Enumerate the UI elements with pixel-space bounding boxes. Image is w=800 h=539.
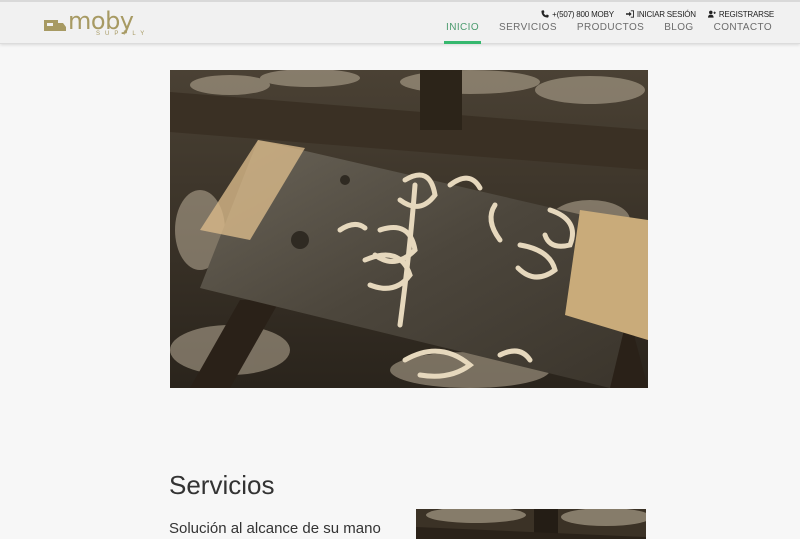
services-subtitle: Solución al alcance de su mano — [169, 520, 381, 537]
register-label: REGISTRARSE — [718, 9, 774, 19]
nav-blog[interactable]: BLOG — [662, 21, 695, 44]
nav-servicios[interactable]: SERVICIOS — [497, 21, 559, 44]
phone-number: +(507) 800 MOBY — [552, 9, 614, 19]
main-menu: INICIO SERVICIOS PRODUCTOS BLOG CONTACTO — [444, 21, 774, 44]
workbench-photo — [170, 70, 648, 388]
truck-logo-icon — [44, 20, 66, 31]
sign-in-icon — [625, 10, 634, 18]
top-navbar: moby SUPPLY +(507) 800 MOBY INICIAR SESI… — [0, 0, 800, 44]
phone-link[interactable]: +(507) 800 MOBY — [541, 10, 614, 19]
service-thumbnail[interactable] — [416, 509, 646, 539]
services-heading: Servicios — [169, 470, 275, 500]
utility-bar: +(507) 800 MOBY INICIAR SESIÓN REGISTRAR… — [541, 8, 774, 20]
hero-image — [170, 70, 648, 388]
nav-inicio[interactable]: INICIO — [444, 21, 482, 44]
brand-tagline: SUPPLY — [96, 31, 150, 37]
nav-contacto[interactable]: CONTACTO — [712, 21, 774, 44]
service-photo — [416, 509, 646, 539]
user-plus-icon — [707, 10, 716, 18]
nav-productos[interactable]: PRODUCTOS — [575, 21, 646, 44]
register-link[interactable]: REGISTRARSE — [707, 9, 774, 19]
moby-logo[interactable]: moby SUPPLY — [44, 8, 154, 42]
login-link[interactable]: INICIAR SESIÓN — [625, 9, 696, 19]
login-label: INICIAR SESIÓN — [636, 9, 696, 19]
phone-icon — [541, 10, 549, 18]
